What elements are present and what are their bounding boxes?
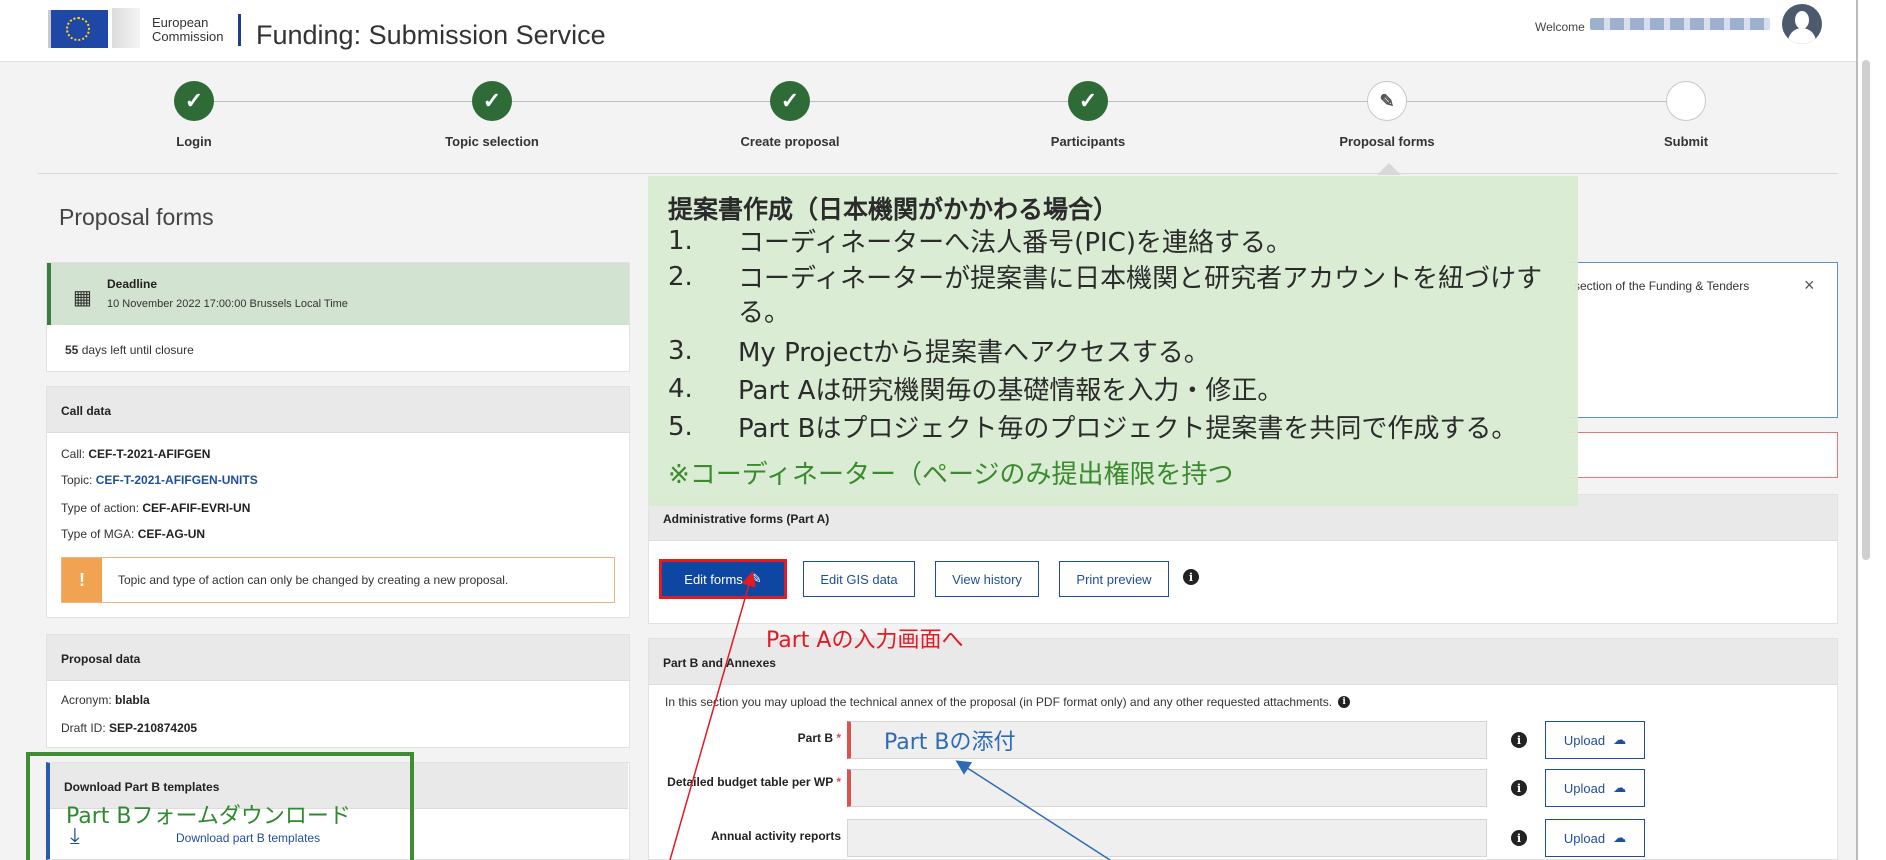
callout-arrows <box>669 571 1111 860</box>
arrow-part-a <box>669 571 756 860</box>
arrow-part-b <box>955 760 1111 860</box>
